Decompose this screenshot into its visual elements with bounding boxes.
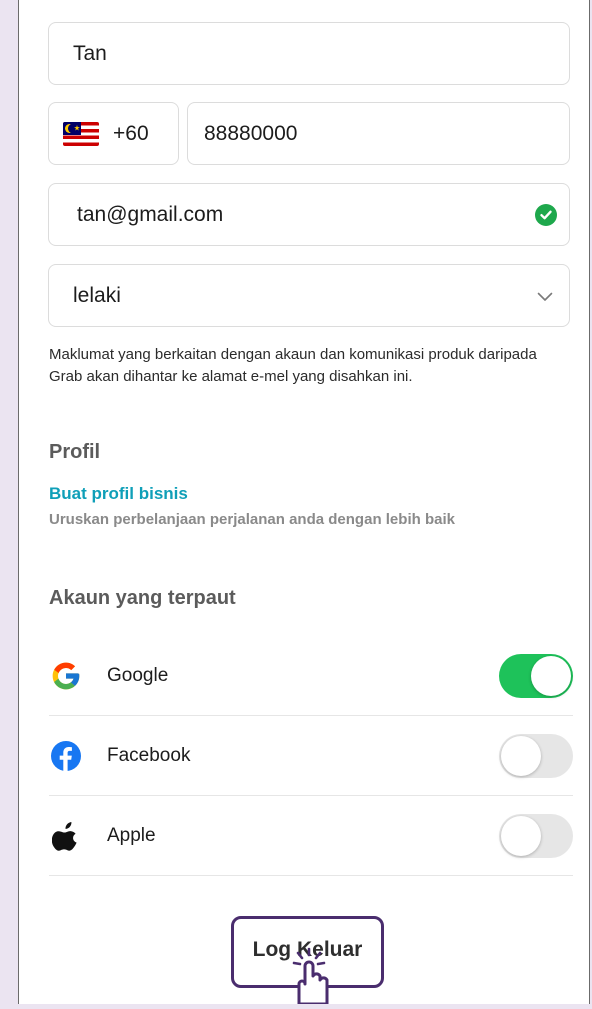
google-icon: [49, 659, 83, 693]
create-business-profile-link[interactable]: Buat profil bisnis: [49, 484, 188, 504]
email-value: tan@gmail.com: [77, 202, 224, 226]
account-form-panel: Tan +60 88880000 tan@gmail.com lelaki Ma…: [18, 0, 590, 1006]
email-note: Maklumat yang berkaitan dengan akaun dan…: [49, 346, 537, 385]
linked-account-label: Facebook: [107, 744, 191, 766]
business-profile-subtitle: Uruskan perbelanjaan perjalanan anda den…: [49, 511, 455, 528]
gender-select[interactable]: lelaki: [48, 264, 570, 327]
country-code-selector[interactable]: +60: [48, 102, 179, 165]
name-value: Tan: [73, 41, 107, 65]
phone-number-field[interactable]: 88880000: [187, 102, 570, 165]
apple-link-toggle[interactable]: [499, 813, 573, 858]
chevron-down-icon: [537, 284, 553, 308]
gender-value: lelaki: [73, 283, 121, 307]
phone-number-value: 88880000: [204, 121, 298, 145]
hand-pointer-icon: [285, 946, 335, 1009]
linked-account-google: Google: [49, 636, 573, 716]
malaysia-flag-icon: [63, 121, 99, 146]
linked-account-apple: Apple: [49, 796, 573, 876]
facebook-icon: [49, 739, 83, 773]
facebook-link-toggle[interactable]: [499, 733, 573, 778]
google-link-toggle[interactable]: [499, 653, 573, 698]
linked-account-label: Google: [107, 664, 169, 686]
linked-accounts-heading: Akaun yang terpaut: [49, 587, 236, 609]
check-circle-icon: [535, 203, 557, 226]
linked-account-facebook: Facebook: [49, 716, 573, 796]
linked-account-label: Apple: [107, 824, 156, 846]
apple-icon: [49, 819, 83, 853]
name-field[interactable]: Tan: [48, 22, 570, 85]
profile-heading: Profil: [49, 441, 101, 463]
country-code: +60: [113, 121, 149, 145]
email-field[interactable]: tan@gmail.com: [48, 183, 570, 246]
